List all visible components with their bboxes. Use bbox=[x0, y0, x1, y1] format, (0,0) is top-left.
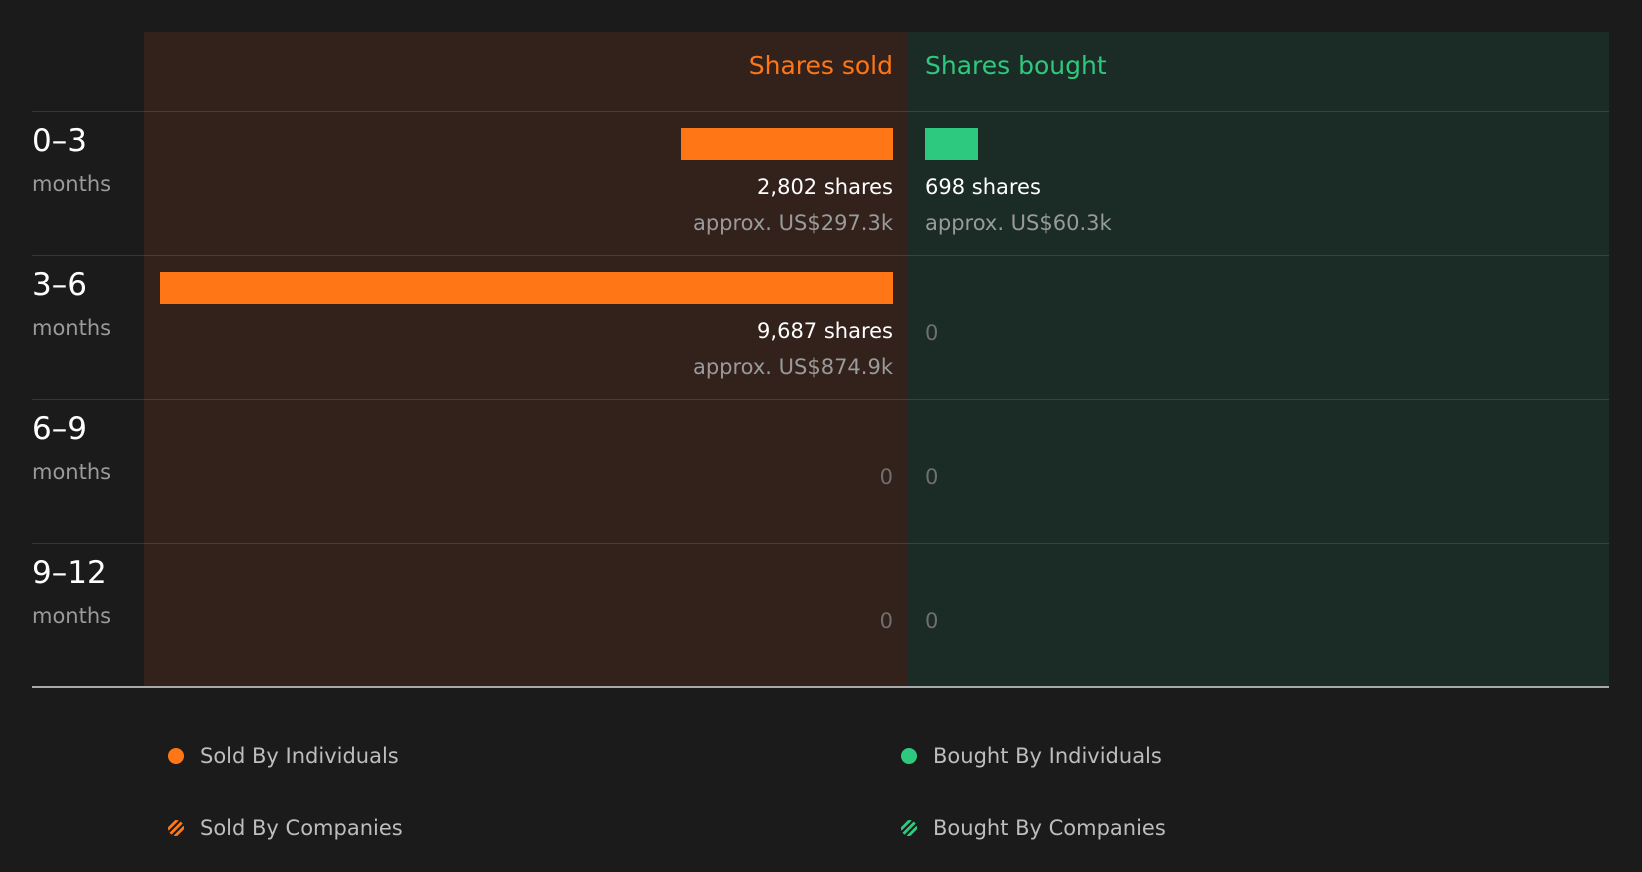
period-range-label: 9–12 bbox=[32, 555, 107, 591]
sold-shares-value: 9,687 shares bbox=[757, 319, 893, 343]
period-range-label: 6–9 bbox=[32, 411, 87, 447]
legend-label: Sold By Companies bbox=[200, 816, 403, 840]
bought-approx-value: approx. US$60.3k bbox=[925, 211, 1112, 235]
shares-sold-header: Shares sold bbox=[748, 51, 893, 80]
row-divider bbox=[32, 111, 1609, 112]
sold-zero-value: 0 bbox=[879, 465, 893, 489]
legend-sold-by-individuals[interactable]: Sold By Individuals bbox=[168, 743, 399, 769]
sold-bar-3-6 bbox=[160, 272, 893, 304]
sold-zero-value: 0 bbox=[879, 609, 893, 633]
period-range-label: 0–3 bbox=[32, 123, 87, 159]
orange-striped-dot-icon bbox=[168, 820, 184, 836]
bought-zero-value: 0 bbox=[925, 321, 939, 345]
bought-shares-value: 698 shares bbox=[925, 175, 1041, 199]
green-striped-dot-icon bbox=[901, 820, 917, 836]
sold-approx-value: approx. US$297.3k bbox=[692, 211, 893, 235]
legend-sold-by-companies[interactable]: Sold By Companies bbox=[168, 815, 403, 841]
shares-bought-header: Shares bought bbox=[925, 51, 1107, 80]
period-row-9-12: 9–12 months 0 0 bbox=[0, 545, 1642, 689]
period-row-3-6: 3–6 months 9,687 shares approx. US$874.9… bbox=[0, 257, 1642, 401]
legend-label: Bought By Individuals bbox=[933, 744, 1162, 768]
legend-bought-by-individuals[interactable]: Bought By Individuals bbox=[901, 743, 1162, 769]
sold-bar-0-3 bbox=[681, 128, 893, 160]
bought-bar-0-3 bbox=[925, 128, 978, 160]
period-unit-label: months bbox=[32, 460, 112, 484]
sold-approx-value: approx. US$874.9k bbox=[692, 355, 893, 379]
period-row-0-3: 0–3 months 2,802 shares approx. US$297.3… bbox=[0, 113, 1642, 257]
legend-label: Bought By Companies bbox=[933, 816, 1166, 840]
bought-zero-value: 0 bbox=[925, 609, 939, 633]
period-unit-label: months bbox=[32, 604, 112, 628]
legend-bought-by-companies[interactable]: Bought By Companies bbox=[901, 815, 1166, 841]
period-row-6-9: 6–9 months 0 0 bbox=[0, 401, 1642, 545]
period-unit-label: months bbox=[32, 316, 112, 340]
orange-dot-icon bbox=[168, 748, 184, 764]
sold-shares-value: 2,802 shares bbox=[757, 175, 893, 199]
legend-label: Sold By Individuals bbox=[200, 744, 399, 768]
period-unit-label: months bbox=[32, 172, 112, 196]
bought-zero-value: 0 bbox=[925, 465, 939, 489]
period-range-label: 3–6 bbox=[32, 267, 87, 303]
green-dot-icon bbox=[901, 748, 917, 764]
